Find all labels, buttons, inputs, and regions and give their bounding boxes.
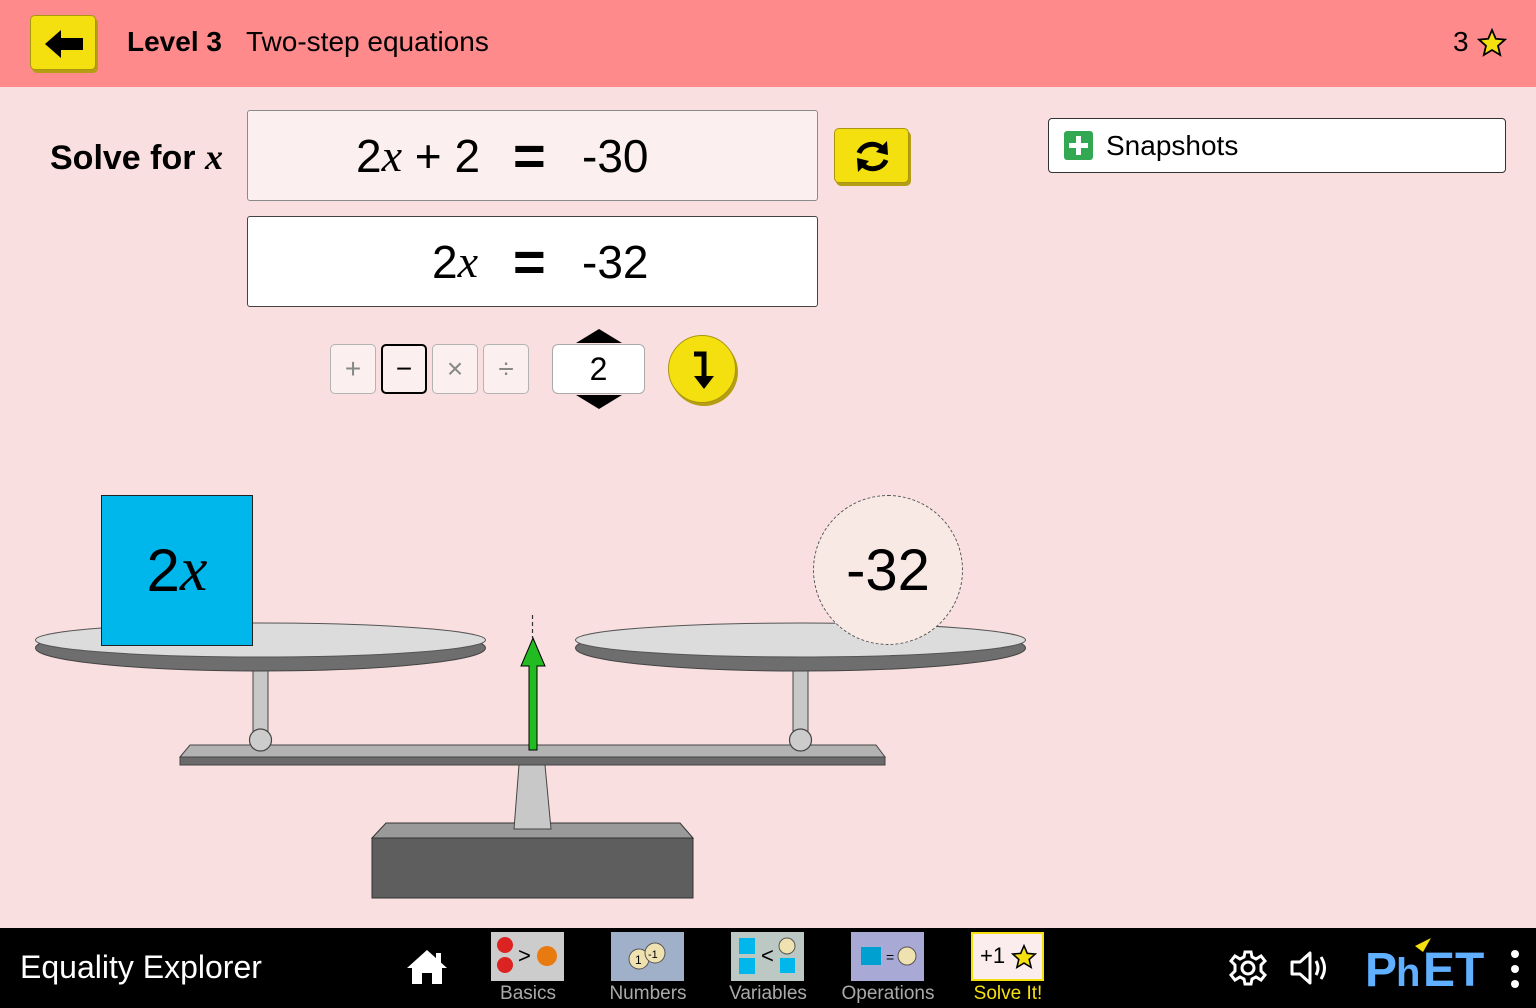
app-title: Equality Explorer bbox=[20, 949, 262, 985]
equals-sign: = bbox=[513, 124, 546, 187]
svg-text:P: P bbox=[1365, 944, 1397, 992]
speaker-icon[interactable] bbox=[1288, 948, 1336, 988]
arrow-left-icon bbox=[45, 30, 83, 58]
equation-lhs: 2x + 2 bbox=[356, 111, 480, 200]
operator-divide-button[interactable]: ÷ bbox=[483, 344, 529, 394]
variable-term-2x[interactable]: 2x bbox=[101, 495, 253, 646]
variable: x bbox=[457, 236, 479, 287]
refresh-icon bbox=[856, 141, 889, 172]
kebab-menu-icon[interactable] bbox=[1508, 948, 1522, 990]
svg-text:h: h bbox=[1396, 951, 1420, 992]
coefficient: 2 bbox=[356, 129, 382, 182]
screen-operations-icon[interactable]: = bbox=[851, 932, 924, 981]
gear-icon[interactable] bbox=[1228, 948, 1268, 988]
variable: x bbox=[381, 130, 403, 181]
constant-term-neg32[interactable]: -32 bbox=[813, 495, 963, 645]
svg-text:ET: ET bbox=[1423, 944, 1484, 992]
screen-basics-icon[interactable]: > bbox=[491, 932, 564, 981]
star-icon bbox=[1477, 28, 1507, 57]
screen-variables-label[interactable]: Variables bbox=[708, 983, 828, 1005]
balance-indicator-arrow bbox=[520, 636, 546, 751]
level-description: Two-step equations bbox=[246, 26, 489, 57]
term-variable: x bbox=[179, 536, 208, 604]
home-icon[interactable] bbox=[405, 948, 449, 986]
apply-operation-button[interactable] bbox=[668, 335, 736, 403]
coefficient: 2 bbox=[432, 235, 458, 288]
level-label: Level 3 bbox=[127, 26, 222, 57]
plus-icon[interactable] bbox=[1064, 131, 1093, 160]
solve-for-text: Solve for bbox=[50, 139, 196, 177]
operator-minus-button[interactable]: − bbox=[381, 344, 427, 394]
snapshots-label: Snapshots bbox=[1106, 130, 1239, 161]
screen-numbers-icon[interactable]: 1 -1 bbox=[611, 932, 684, 981]
svg-text:1: 1 bbox=[635, 953, 642, 967]
screen-variables-icon[interactable]: < bbox=[731, 932, 804, 981]
equals-sign: = bbox=[513, 230, 546, 293]
solve-it-icon-text: +1 bbox=[980, 943, 1006, 968]
solve-variable: x bbox=[204, 137, 223, 177]
constant-term: + 2 bbox=[402, 129, 481, 182]
equation-rhs: -30 bbox=[582, 129, 649, 182]
star-icon bbox=[1011, 944, 1037, 970]
svg-text:-1: -1 bbox=[648, 949, 658, 961]
term-coefficient: 2 bbox=[146, 537, 180, 604]
svg-text:=: = bbox=[886, 949, 894, 965]
solve-for-label: Solve for x bbox=[50, 136, 223, 178]
screen-solve-it-icon[interactable]: +1 bbox=[971, 932, 1044, 981]
increment-arrow-icon[interactable] bbox=[576, 329, 622, 343]
svg-text:>: > bbox=[518, 943, 531, 968]
screen-numbers-label[interactable]: Numbers bbox=[588, 983, 708, 1005]
screen-basics-label[interactable]: Basics bbox=[468, 983, 588, 1005]
svg-text:<: < bbox=[761, 943, 774, 968]
operand-spinner[interactable]: 2 bbox=[552, 344, 645, 394]
back-button[interactable] bbox=[30, 15, 96, 70]
equation-lhs: 2x bbox=[432, 217, 478, 306]
header-bar bbox=[0, 0, 1536, 87]
refresh-button[interactable] bbox=[834, 128, 909, 183]
phet-logo[interactable]: P h ET bbox=[1363, 936, 1493, 992]
equation-previous: 2x + 2 = -30 bbox=[247, 110, 818, 201]
screen-operations-label[interactable]: Operations bbox=[828, 983, 948, 1005]
equation-current: 2x = -32 bbox=[247, 216, 818, 307]
operator-times-button[interactable]: × bbox=[432, 344, 478, 394]
operator-plus-button[interactable]: + bbox=[330, 344, 376, 394]
decrement-arrow-icon[interactable] bbox=[576, 395, 622, 409]
equation-rhs: -32 bbox=[582, 235, 649, 288]
apply-down-arrow-icon bbox=[694, 351, 714, 389]
screen-solve-it-label[interactable]: Solve It! bbox=[948, 983, 1068, 1005]
score-value: 3 bbox=[1453, 26, 1469, 57]
